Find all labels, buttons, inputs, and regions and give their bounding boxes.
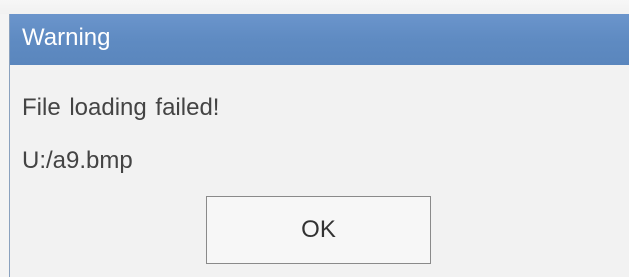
- dialog-titlebar: Warning: [10, 14, 629, 65]
- warning-dialog: Warning File loading failed! U:/a9.bmp O…: [9, 14, 629, 277]
- dialog-title: Warning: [22, 24, 111, 51]
- ok-button[interactable]: OK: [206, 196, 431, 264]
- background-window-strip: [0, 0, 629, 14]
- error-message: File loading failed!: [22, 94, 220, 121]
- file-path: U:/a9.bmp: [22, 147, 133, 174]
- dialog-content: File loading failed! U:/a9.bmp OK: [10, 65, 629, 277]
- screen: Warning File loading failed! U:/a9.bmp O…: [0, 0, 629, 277]
